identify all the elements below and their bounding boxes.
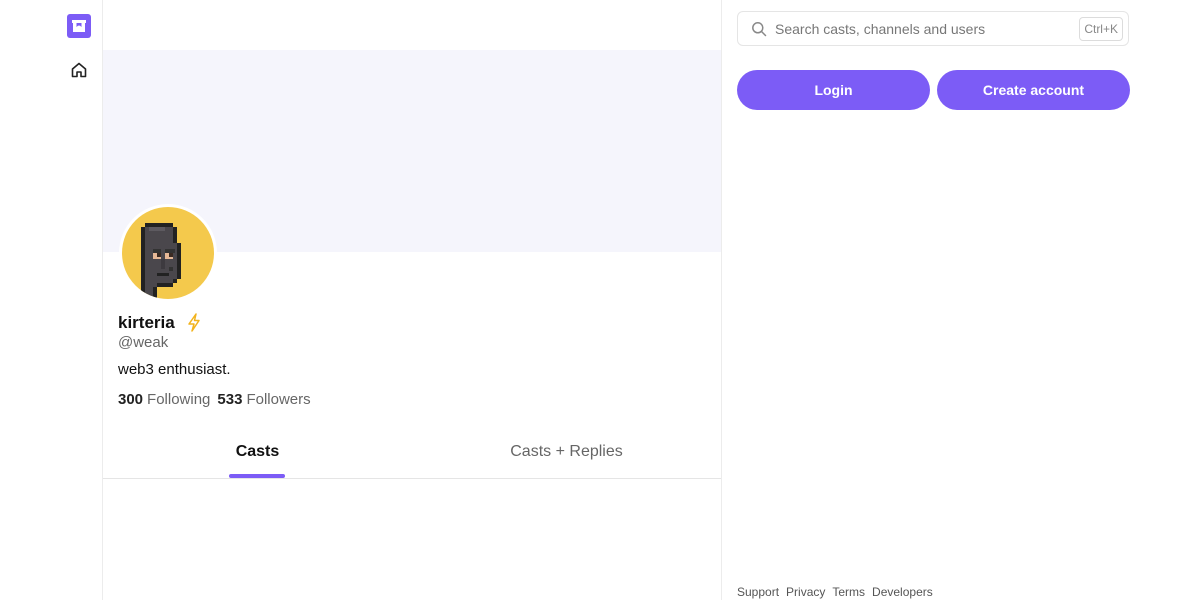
search-shortcut-hint: Ctrl+K — [1079, 17, 1123, 41]
following-count: 300 — [118, 391, 144, 408]
footer-link-terms[interactable]: Terms — [832, 585, 865, 599]
search-box: Ctrl+K — [737, 11, 1129, 46]
top-bar — [103, 0, 721, 50]
followers-label: Followers — [246, 391, 311, 408]
tab-casts[interactable]: Casts — [103, 430, 412, 478]
search-input[interactable] — [775, 12, 1075, 45]
footer-link-developers[interactable]: Developers — [872, 585, 933, 599]
footer-link-support[interactable]: Support — [737, 585, 779, 599]
footer-links: Support Privacy Terms Developers — [737, 585, 940, 599]
create-account-button[interactable]: Create account — [937, 70, 1130, 110]
followers-stat[interactable]: 533 Followers — [217, 391, 310, 408]
pixel-punk-avatar-icon — [122, 207, 214, 299]
search-icon — [751, 21, 767, 37]
profile-column: kirteria @weak web3 enthusiast. 300 Follo… — [103, 0, 722, 600]
farcaster-logo-icon[interactable] — [67, 14, 91, 38]
following-stat[interactable]: 300 Following — [118, 391, 210, 408]
right-sidebar: Ctrl+K Login Create account Support Priva… — [722, 0, 1200, 600]
follow-stats: 300 Following 533 Followers — [118, 391, 318, 408]
left-nav — [0, 0, 103, 600]
footer-link-privacy[interactable]: Privacy — [786, 585, 825, 599]
home-icon[interactable] — [70, 61, 88, 79]
login-button[interactable]: Login — [737, 70, 930, 110]
display-name: kirteria — [118, 313, 175, 332]
following-label: Following — [147, 391, 211, 408]
followers-count: 533 — [217, 391, 243, 408]
avatar[interactable] — [119, 204, 217, 302]
profile-tabs: Casts Casts + Replies — [103, 430, 721, 479]
lightning-bolt-icon — [186, 313, 202, 332]
active-tab-indicator — [229, 474, 285, 478]
bio: web3 enthusiast. — [118, 361, 231, 378]
username: @weak — [118, 334, 169, 351]
tab-casts-replies[interactable]: Casts + Replies — [412, 430, 721, 478]
